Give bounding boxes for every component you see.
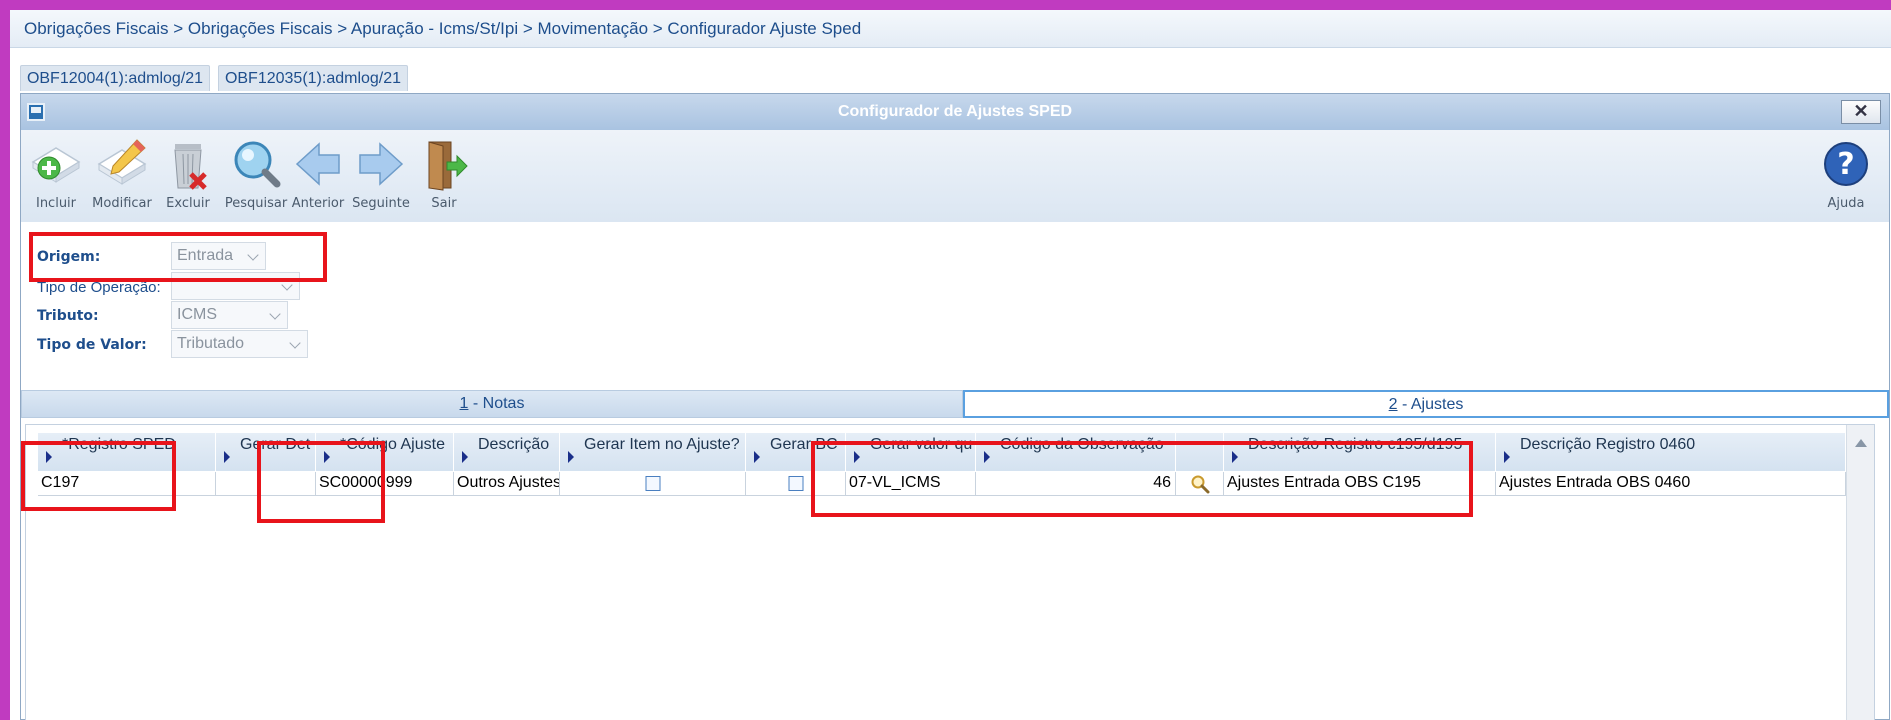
tab-notas[interactable]: 1 - Notas	[21, 390, 963, 418]
incluir-button[interactable]: Incluir	[21, 134, 91, 218]
cell-codigo-ajuste[interactable]: SC00000999	[316, 472, 454, 496]
sort-arrow-icon	[754, 451, 760, 463]
tributo-select[interactable]: ICMS	[171, 301, 288, 329]
ajuda-button[interactable]: ? Ajuda	[1811, 134, 1881, 218]
section-tabs: 1 - Notas 2 - Ajustes	[21, 390, 1889, 418]
pesquisar-label: Pesquisar	[224, 196, 288, 211]
pesquisar-button[interactable]: Pesquisar	[221, 134, 291, 218]
col-lookup[interactable]	[1176, 433, 1224, 471]
svg-text:?: ?	[1837, 147, 1854, 182]
seguinte-button[interactable]: Seguinte	[346, 134, 416, 218]
col-gerar-bc[interactable]: Gerar BC	[746, 433, 846, 471]
tab-ajustes-label: - Ajustes	[1397, 396, 1464, 413]
tipo-operacao-select[interactable]	[171, 272, 300, 300]
tipo-valor-label: Tipo de Valor:	[37, 337, 147, 353]
chevron-down-icon	[289, 337, 301, 349]
app-frame: Obrigações Fiscais > Obrigações Fiscais …	[10, 10, 1891, 720]
tributo-label: Tributo:	[37, 308, 99, 324]
chevron-down-icon	[281, 279, 293, 291]
cell-descricao-0460[interactable]: Ajustes Entrada OBS 0460	[1496, 472, 1846, 496]
modificar-button[interactable]: Modificar	[87, 134, 157, 218]
col-descricao-c195[interactable]: Descrição Registro c195/d195	[1224, 433, 1496, 471]
sair-button[interactable]: Sair	[409, 134, 479, 218]
exit-door-icon	[428, 141, 468, 191]
vertical-scrollbar[interactable]	[1846, 425, 1874, 720]
col-codigo-ajuste[interactable]: *Código Ajuste	[316, 433, 454, 471]
cell-gerar-det[interactable]	[216, 472, 316, 496]
sort-arrow-icon	[568, 451, 574, 463]
add-document-icon	[31, 147, 81, 183]
ajustes-grid: *Registro SPED Gerar Det *Código Ajuste …	[25, 424, 1875, 720]
chevron-down-icon	[247, 249, 259, 261]
breadcrumb: Obrigações Fiscais > Obrigações Fiscais …	[10, 10, 1891, 48]
excluir-label: Excluir	[166, 196, 210, 211]
gerar-bc-checkbox[interactable]	[788, 476, 803, 491]
close-button[interactable]: ✕	[1841, 100, 1881, 124]
anterior-button[interactable]: Anterior	[283, 134, 353, 218]
lookup-magnifier-icon[interactable]	[1190, 474, 1210, 494]
col-registro-sped[interactable]: *Registro SPED	[38, 433, 216, 471]
tab-ajustes-number: 2	[1388, 396, 1398, 413]
help-question-icon: ?	[1824, 142, 1868, 186]
sort-arrow-icon	[984, 451, 990, 463]
col-gerar-item[interactable]: Gerar Item no Ajuste?	[560, 433, 746, 471]
origem-label: Origem:	[37, 249, 101, 265]
sort-arrow-icon	[224, 451, 230, 463]
incluir-label: Incluir	[35, 196, 77, 211]
program-tab-obf12004[interactable]: OBF12004(1):admlog/21	[20, 65, 210, 91]
cell-gerar-item[interactable]	[560, 472, 746, 496]
scroll-up-icon[interactable]	[1855, 439, 1867, 447]
trash-delete-icon	[174, 144, 207, 190]
ajuda-label: Ajuda	[1827, 196, 1865, 211]
chevron-down-icon	[269, 308, 281, 320]
sort-arrow-icon	[324, 451, 330, 463]
edit-pencil-icon	[97, 139, 147, 185]
cell-lookup[interactable]	[1176, 472, 1224, 496]
tipo-valor-select[interactable]: Tributado	[171, 330, 308, 358]
excluir-button[interactable]: Excluir	[153, 134, 223, 218]
seguinte-label: Seguinte	[352, 196, 410, 211]
cell-gerar-valor[interactable]: 07-VL_ICMS	[846, 472, 976, 496]
col-gerar-valor[interactable]: Gerar valor qu	[846, 433, 976, 471]
cell-codigo-observacao[interactable]: 46	[976, 472, 1176, 496]
cell-registro-sped[interactable]: C197	[38, 472, 216, 496]
filter-form: Origem: Entrada Tipo de Operação: Tribut…	[21, 222, 1889, 402]
tipo-valor-value: Tributado	[177, 335, 244, 352]
tab-notas-label: - Notas	[468, 395, 525, 412]
window-icon	[27, 103, 45, 121]
col-codigo-observacao[interactable]: Código da Observação	[976, 433, 1176, 471]
col-descricao-0460[interactable]: Descrição Registro 0460	[1496, 433, 1846, 471]
magnifier-search-icon	[234, 141, 281, 188]
arrow-right-icon	[359, 142, 404, 186]
toolbar: Incluir Modificar Excluir Pesquisar Ante…	[21, 130, 1889, 222]
modificar-label: Modificar	[92, 196, 152, 211]
sair-label: Sair	[431, 196, 457, 211]
sort-arrow-icon	[854, 451, 860, 463]
program-tab-obf12035[interactable]: OBF12035(1):admlog/21	[218, 65, 408, 91]
tributo-value: ICMS	[177, 306, 217, 323]
cell-descricao[interactable]: Outros Ajustes	[454, 472, 560, 496]
col-descricao[interactable]: Descrição	[454, 433, 560, 471]
sort-arrow-icon	[462, 451, 468, 463]
sort-arrow-icon	[1504, 451, 1510, 463]
window-title: Configurador de Ajustes SPED	[837, 103, 1073, 120]
sort-arrow-icon	[1232, 451, 1238, 463]
origem-value: Entrada	[177, 247, 234, 264]
tipo-operacao-label: Tipo de Operação:	[37, 279, 161, 296]
anterior-label: Anterior	[291, 196, 345, 211]
gerar-item-checkbox[interactable]	[645, 476, 660, 491]
tab-ajustes[interactable]: 2 - Ajustes	[963, 390, 1889, 418]
cell-descricao-c195[interactable]: Ajustes Entrada OBS C195	[1224, 472, 1496, 496]
configurador-window: Configurador de Ajustes SPED ✕ Incluir M…	[20, 93, 1890, 720]
col-gerar-det[interactable]: Gerar Det	[216, 433, 316, 471]
window-titlebar: Configurador de Ajustes SPED ✕	[21, 94, 1889, 130]
sort-arrow-icon	[46, 451, 52, 463]
arrow-left-icon	[295, 142, 340, 186]
origem-select[interactable]: Entrada	[171, 242, 266, 270]
cell-gerar-bc[interactable]	[746, 472, 846, 496]
